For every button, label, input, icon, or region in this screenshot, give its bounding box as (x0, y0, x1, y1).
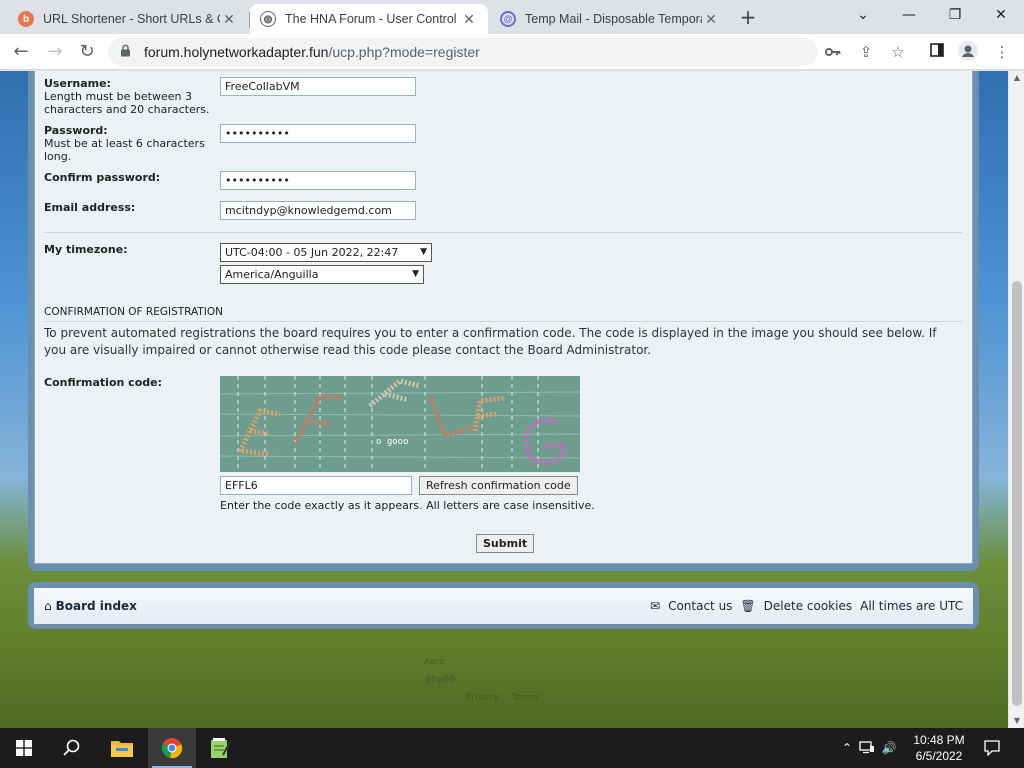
file-explorer-icon[interactable] (98, 728, 146, 768)
taskbar-clock[interactable]: 10:48 PM 6/5/2022 (902, 732, 976, 764)
captcha-image: o gooo (220, 376, 580, 472)
forward-arrow-icon[interactable]: → (42, 39, 68, 65)
timezone-offset-select[interactable]: UTC-04:00 - 05 Jun 2022, 22:47 ▼ (220, 243, 432, 262)
confirmation-code-label: Confirmation code: (44, 376, 162, 389)
captcha-graphic: o gooo (220, 376, 580, 472)
temp-mail-favicon-icon: @ (500, 11, 516, 27)
windows-start-icon[interactable] (0, 728, 48, 768)
phpbb-credit[interactable]: phpBB (426, 675, 455, 685)
lock-icon (120, 44, 134, 60)
footer-right-links: ✉ Contact us 🗑 Delete cookies All times … (650, 599, 963, 613)
confirm-password-input[interactable]: •••••••••• (220, 171, 416, 190)
confirmation-heading: CONFIRMATION OF REGISTRATION (44, 306, 224, 318)
page-scrollbar[interactable]: ▲ ▼ (1008, 71, 1024, 728)
volume-icon[interactable]: 🔊 (878, 741, 900, 755)
refresh-confirmation-code-button[interactable]: Refresh confirmation code (419, 476, 578, 495)
password-label-group: Password: Must be at least 6 characters … (44, 124, 214, 163)
privacy-link[interactable]: Privacy (466, 693, 499, 703)
chevron-down-icon: ▼ (412, 269, 419, 279)
network-icon[interactable] (856, 740, 878, 757)
email-label: Email address: (44, 201, 136, 214)
timezone-label: My timezone: (44, 243, 128, 256)
url-shortener-favicon-icon: b (18, 11, 34, 27)
tab-title: Temp Mail - Disposable Tempora (525, 12, 702, 26)
tab-title: The HNA Forum - User Control P (285, 12, 460, 26)
username-label: Username: (44, 77, 111, 90)
divider (44, 321, 962, 322)
contact-us-link[interactable]: Contact us (668, 599, 732, 613)
confirmation-code-hint: Enter the code exactly as it appears. Al… (220, 499, 595, 512)
scroll-up-arrow-icon[interactable]: ▲ (1009, 71, 1024, 85)
timezone-note: All times are UTC (860, 599, 963, 613)
close-tab-icon[interactable]: ✕ (460, 11, 478, 28)
submit-button[interactable]: Submit (476, 534, 535, 553)
reload-icon[interactable]: ↻ (74, 39, 100, 65)
tab-url-shortener[interactable]: b URL Shortener - Short URLs & Cu ✕ (8, 4, 248, 34)
confirmation-code-input[interactable]: EFFL6 (220, 476, 412, 495)
timezone-offset-value: UTC-04:00 - 05 Jun 2022, 22:47 (225, 246, 399, 259)
timezone-zone-select[interactable]: America/Anguilla ▼ (220, 265, 424, 284)
password-input[interactable]: •••••••••• (220, 124, 416, 143)
footer-navbar: ⌂ Board index ✉ Contact us 🗑 Delete cook… (34, 588, 973, 624)
page-viewport: Username: Length must be between 3 chara… (0, 71, 1008, 728)
search-icon[interactable] (48, 728, 96, 768)
tab-search-chevron-down-icon[interactable]: ⌄ (840, 4, 886, 28)
timezone-zone-value: America/Anguilla (225, 268, 319, 281)
chevron-up-icon[interactable]: ⌃ (838, 741, 856, 755)
star-bookmark-icon[interactable]: ☆ (887, 41, 909, 63)
envelope-icon: ✉ (650, 599, 661, 613)
terms-link[interactable]: Terms (512, 693, 539, 703)
globe-icon: ◍ (260, 11, 276, 27)
confirmation-explanation: To prevent automated registrations the b… (44, 326, 937, 357)
notepad-plus-icon[interactable] (196, 728, 244, 768)
scrollbar-thumb[interactable] (1012, 281, 1022, 706)
side-panel-icon[interactable] (926, 41, 948, 63)
share-icon[interactable]: ⇪ (855, 41, 877, 63)
style-credit: Aero (424, 657, 445, 667)
browser-toolbar: ← → ↻ forum.holynetworkadapter.fun/ucp.p… (0, 34, 1024, 70)
chevron-down-icon: ▼ (420, 247, 427, 257)
address-bar[interactable]: forum.holynetworkadapter.fun/ucp.php?mod… (108, 38, 818, 66)
tab-hna-forum[interactable]: ◍ The HNA Forum - User Control P ✕ (250, 4, 488, 34)
close-window-button[interactable]: ✕ (978, 4, 1024, 28)
confirm-password-label: Confirm password: (44, 171, 161, 184)
close-tab-icon[interactable]: ✕ (220, 11, 238, 28)
trash-icon: 🗑 (740, 599, 756, 613)
windows-taskbar: ⌃ 🔊 10:48 PM 6/5/2022 (0, 728, 1024, 768)
key-icon[interactable] (822, 41, 844, 63)
profile-avatar-icon[interactable] (957, 41, 979, 63)
back-arrow-icon[interactable]: ← (8, 39, 34, 65)
svg-text:o gooo: o gooo (376, 437, 409, 447)
board-index-link[interactable]: Board index (56, 599, 137, 613)
close-tab-icon[interactable]: ✕ (702, 11, 720, 28)
delete-cookies-link[interactable]: Delete cookies (764, 599, 852, 613)
scroll-down-arrow-icon[interactable]: ▼ (1009, 714, 1024, 728)
clock-time: 10:48 PM (913, 733, 965, 747)
tab-temp-mail[interactable]: @ Temp Mail - Disposable Tempora ✕ (490, 4, 730, 34)
username-input[interactable]: FreeCollabVM (220, 77, 416, 96)
menu-kebab-icon[interactable]: ⋮ (991, 41, 1013, 63)
new-tab-button[interactable]: + (738, 6, 758, 28)
action-center-notification-icon[interactable] (980, 728, 1004, 768)
username-label-group: Username: Length must be between 3 chara… (44, 77, 214, 116)
tab-title: URL Shortener - Short URLs & Cu (43, 12, 220, 26)
email-input[interactable]: mcitndyp@knowledgemd.com (220, 201, 416, 220)
username-hint: Length must be between 3 characters and … (44, 90, 210, 116)
system-tray: ⌃ 🔊 (838, 728, 900, 768)
password-label: Password: (44, 124, 108, 137)
restore-button[interactable]: ❐ (932, 4, 978, 28)
divider (44, 232, 962, 233)
tab-strip: b URL Shortener - Short URLs & Cu ✕ ◍ Th… (0, 0, 1024, 34)
url-path: /ucp.php?mode=register (328, 44, 480, 60)
chrome-taskbar-icon[interactable] (148, 728, 196, 768)
minimize-button[interactable]: — (886, 4, 932, 28)
home-icon: ⌂ (44, 599, 52, 613)
password-hint: Must be at least 6 characters long. (44, 137, 205, 163)
clock-date: 6/5/2022 (915, 749, 963, 763)
url-host: forum.holynetworkadapter.fun (144, 44, 329, 60)
